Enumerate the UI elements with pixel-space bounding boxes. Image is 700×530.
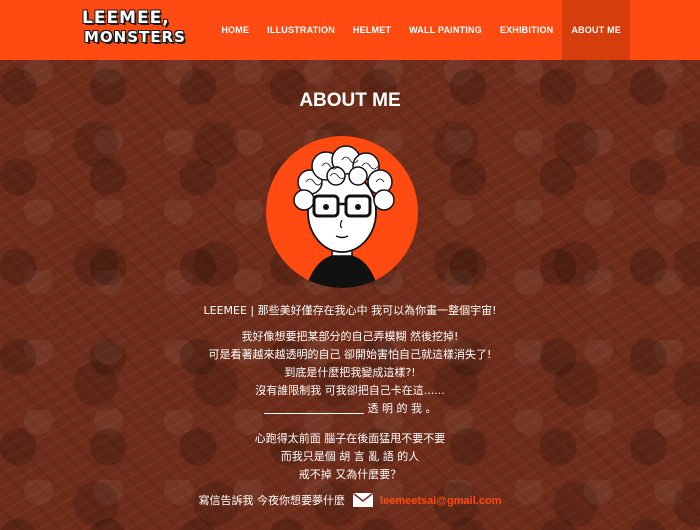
poem-line: 心跑得太前面 腦子在後面猛甩不要不要 bbox=[254, 432, 446, 445]
poem-line: 沒有誰限制我 可我卻把自己卡在這...... bbox=[255, 384, 445, 397]
main-content: ABOUT ME LEEMEE | 那些美好僅存在我心中 我可以為你畫一整個宇宙… bbox=[0, 60, 700, 530]
poem-line-with-blank: 透 明 的 我 。 bbox=[0, 400, 700, 418]
poem-paragraph-2: 心跑得太前面 腦子在後面猛甩不要不要 而我只是個 胡 言 亂 語 的人 戒不掉 … bbox=[0, 430, 700, 484]
poem-line: 戒不掉 又為什麼要？ bbox=[298, 468, 402, 481]
poem-line-text: 透 明 的 我 。 bbox=[367, 402, 437, 415]
site-header: LEEMEE, MONSTERS HOME ILLUSTRATION HELME… bbox=[0, 0, 700, 60]
poem-line: 到底是什麼把我變成這樣?! bbox=[284, 366, 416, 379]
nav-helmet[interactable]: HELMET bbox=[344, 0, 400, 60]
contact-line: 寫信告訴我 今夜你想要夢什麼 leemeetsai@gmail.com bbox=[0, 492, 700, 508]
nav-home[interactable]: HOME bbox=[212, 0, 258, 60]
intro-text: LEEMEE | 那些美好僅存在我心中 我可以為你畫一整個宇宙! bbox=[203, 304, 497, 317]
logo-line-1: LEEMEE, bbox=[82, 8, 170, 28]
email-link[interactable]: leemeetsai@gmail.com bbox=[380, 495, 501, 507]
poem-line: 可是看著越來越透明的自己 卻開始害怕自己就這樣消失了! bbox=[208, 348, 492, 361]
portrait-illustration bbox=[293, 145, 395, 288]
envelope-icon bbox=[352, 493, 373, 507]
nav-about-me[interactable]: ABOUT ME bbox=[562, 0, 630, 60]
poem-line: 我好像想要把某部分的自己弄模糊 然後挖掉! bbox=[241, 330, 459, 343]
contact-text: 寫信告訴我 今夜你想要夢什麼 bbox=[198, 494, 346, 507]
avatar bbox=[266, 136, 418, 288]
nav-illustration[interactable]: ILLUSTRATION bbox=[258, 0, 344, 60]
page-title: ABOUT ME bbox=[299, 90, 401, 111]
poem-paragraph-1: 我好像想要把某部分的自己弄模糊 然後挖掉! 可是看著越來越透明的自己 卻開始害怕… bbox=[0, 328, 700, 418]
poem-line: 而我只是個 胡 言 亂 語 的人 bbox=[280, 450, 420, 463]
nav-exhibition[interactable]: EXHIBITION bbox=[491, 0, 563, 60]
main-nav: HOME ILLUSTRATION HELMET WALL PAINTING E… bbox=[212, 0, 630, 60]
nav-wall-painting[interactable]: WALL PAINTING bbox=[400, 0, 491, 60]
site-logo[interactable]: LEEMEE, MONSTERS bbox=[82, 8, 185, 50]
blank-underline bbox=[263, 403, 364, 414]
logo-line-2: MONSTERS bbox=[84, 28, 186, 46]
